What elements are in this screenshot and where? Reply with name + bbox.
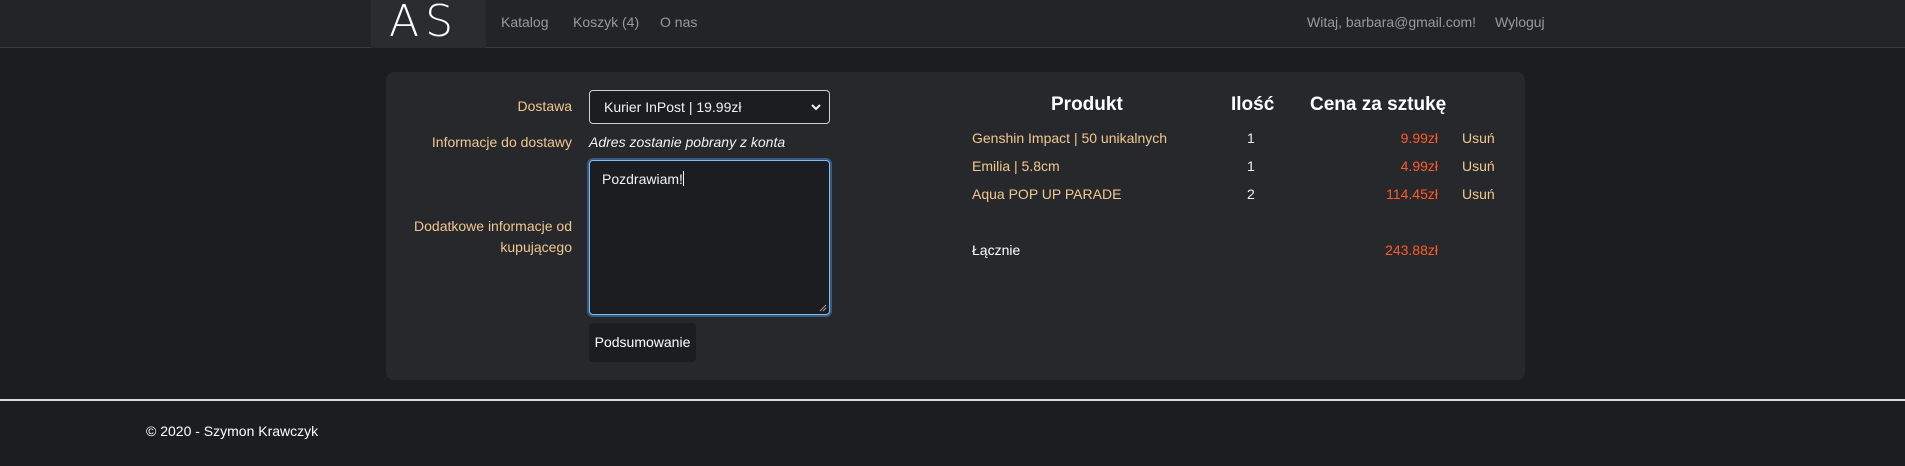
delivery-select-value: Kurier InPost | 19.99zł	[604, 99, 742, 115]
remove-button[interactable]: Usuń	[1462, 130, 1495, 146]
product-quantity: 1	[1247, 130, 1255, 146]
product-name: Emilia | 5.8cm	[972, 158, 1060, 174]
summary-button[interactable]: Podsumowanie	[589, 323, 696, 362]
product-quantity: 1	[1247, 158, 1255, 174]
resize-grip-icon[interactable]	[819, 304, 827, 312]
total-label: Łącznie	[972, 242, 1021, 258]
text-cursor	[682, 171, 684, 186]
footer-copyright: © 2020 - Szymon Krawczyk	[146, 423, 319, 439]
delivery-info-label: Informacje do dostawy	[431, 134, 572, 150]
remove-button[interactable]: Usuń	[1462, 186, 1495, 202]
delivery-info-value: Adres zostanie pobrany z konta	[589, 134, 786, 150]
product-price: 9.99zł	[1400, 130, 1438, 146]
extra-info-label-line2: kupującego	[500, 239, 572, 255]
nav-link-cart[interactable]: Koszyk (4)	[573, 14, 639, 30]
extra-info-text: Pozdrawiam!	[602, 171, 683, 187]
product-price: 4.99zł	[1400, 158, 1438, 174]
header-quantity: Ilość	[1231, 94, 1275, 115]
brand-logo[interactable]: AS	[371, 0, 486, 48]
extra-info-label: Dodatkowe informacje od kupującego	[402, 216, 572, 258]
nav-link-about[interactable]: O nas	[660, 14, 697, 30]
total-value: 243.88zł	[1385, 242, 1438, 258]
header-product: Produkt	[1051, 94, 1123, 115]
nav-link-catalog[interactable]: Katalog	[501, 14, 548, 30]
extra-info-label-line1: Dodatkowe informacje od	[414, 218, 572, 234]
product-quantity: 2	[1247, 186, 1255, 202]
product-name: Aqua POP UP PARADE	[972, 186, 1122, 202]
delivery-select[interactable]: Kurier InPost | 19.99zł	[589, 90, 830, 124]
user-greeting[interactable]: Witaj, barbara@gmail.com!	[1307, 14, 1476, 30]
footer-divider	[0, 399, 1905, 401]
delivery-label: Dostawa	[517, 98, 572, 114]
header-price: Cena za sztukę	[1310, 94, 1447, 115]
product-name: Genshin Impact | 50 unikalnych	[972, 130, 1168, 146]
chevron-down-icon	[811, 104, 821, 111]
navbar: AS Katalog Koszyk (4) O nas Witaj, barba…	[0, 0, 1905, 48]
product-price: 114.45zł	[1386, 186, 1438, 202]
logout-link[interactable]: Wyloguj	[1495, 14, 1545, 30]
extra-info-textarea[interactable]: Pozdrawiam!	[589, 160, 830, 315]
remove-button[interactable]: Usuń	[1462, 158, 1495, 174]
